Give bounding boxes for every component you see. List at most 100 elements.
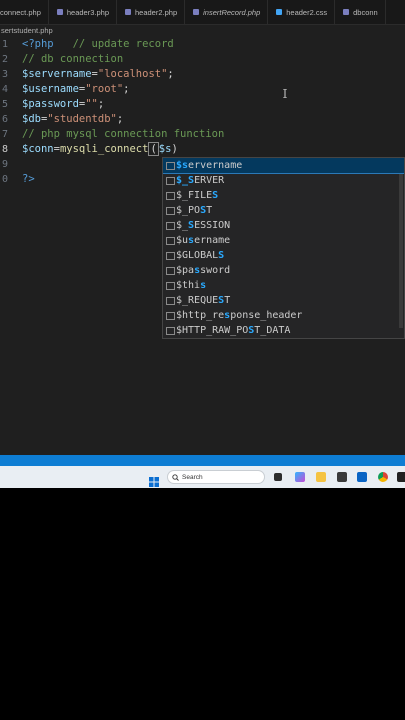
code-token: $servername — [22, 68, 92, 80]
line-text: $servername="localhost"; — [22, 67, 174, 82]
code-token: "studentdb" — [47, 113, 117, 125]
suggestion-pre: $pa — [176, 265, 195, 276]
file-explorer-icon[interactable] — [316, 472, 326, 482]
variable-kind-icon — [166, 192, 175, 200]
tab-header3-php[interactable]: header3.php — [49, 0, 117, 24]
tab-label: header2.php — [135, 7, 178, 17]
line-number: 2 — [1, 54, 8, 65]
suggestion-item[interactable]: $GLOBALS — [163, 248, 404, 263]
suggestion-post: ESSION — [194, 220, 231, 231]
code-token: mysqli_connect — [59, 143, 149, 155]
code-token: // db connection — [22, 53, 124, 65]
tab-label: header3.php — [66, 7, 109, 17]
task-view-icon[interactable] — [274, 473, 282, 481]
suggestion-pre: $_ — [176, 220, 189, 231]
code-token: ?> — [22, 173, 35, 185]
line-number: 7 — [1, 129, 8, 140]
line-text: $username="root"; — [22, 82, 130, 97]
app-icon[interactable] — [397, 472, 405, 482]
line-number: 0 — [1, 174, 8, 185]
code-token: // php mysql connection function — [22, 128, 225, 140]
suggestion-post: T — [224, 295, 231, 306]
line-number: 4 — [1, 84, 8, 95]
mouse-cursor-icon — [283, 89, 287, 98]
outlook-icon[interactable] — [357, 472, 367, 482]
tab-header2-css[interactable]: header2.css — [268, 0, 336, 24]
suggestion-text: $this — [176, 278, 206, 293]
suggestion-hl: S — [218, 250, 225, 261]
code-line[interactable]: 2 // db connection — [0, 52, 405, 67]
suggestion-post: ERVER — [194, 175, 225, 186]
suggestion-text: $username — [176, 233, 230, 248]
tab-label: insertRecord.php — [203, 7, 261, 17]
tab-label: connect.php — [0, 7, 41, 17]
taskbar-search-box[interactable]: Search — [167, 470, 265, 484]
search-icon — [172, 474, 179, 481]
variable-kind-icon — [166, 312, 175, 320]
code-editor: connect.php header3.php header2.php insertR… — [0, 0, 405, 455]
line-text: // db connection — [22, 52, 123, 67]
windows-start-icon[interactable] — [149, 472, 159, 487]
variable-kind-icon — [166, 267, 175, 275]
tab-connect-php[interactable]: connect.php — [0, 0, 49, 24]
suggestion-item[interactable]: $servername — [163, 158, 404, 174]
suggestion-item[interactable]: $HTTP_RAW_POST_DATA — [163, 323, 404, 338]
suggestion-text: $password — [176, 263, 230, 278]
tab-header2-php[interactable]: header2.php — [117, 0, 186, 24]
code-line[interactable]: 7 // php mysql connection function — [0, 127, 405, 142]
suggestion-item[interactable]: $_FILES — [163, 188, 404, 203]
code-line[interactable]: 5 $password=""; — [0, 97, 405, 112]
code-token: ; — [97, 98, 105, 110]
code-token: "localhost" — [97, 68, 168, 80]
autocomplete-suggestions: $servername $_SERVER $_FILES $_POST $_SESSIO… — [162, 157, 405, 339]
code-token: <?php — [22, 38, 54, 50]
line-number: 8 — [1, 144, 8, 155]
php-file-icon — [56, 9, 63, 15]
editor-tab-bar: connect.php header3.php header2.php insertR… — [0, 0, 405, 25]
breadcrumb[interactable]: sertstudent.php — [0, 25, 405, 37]
variable-kind-icon — [166, 252, 175, 260]
suggestion-pre: $GLOBAL — [176, 250, 219, 261]
code-line[interactable]: 3 $servername="localhost"; — [0, 67, 405, 82]
chrome-icon[interactable] — [378, 472, 388, 482]
suggestion-item[interactable]: $_REQUEST — [163, 293, 404, 308]
store-icon[interactable] — [337, 472, 347, 482]
line-number: 9 — [1, 159, 8, 170]
php-file-icon — [125, 9, 131, 15]
suggestion-pre: $thi — [176, 280, 201, 291]
suggestion-item[interactable]: $_POST — [163, 203, 404, 218]
line-text: $conn=mysqli_connect($s) — [22, 142, 178, 157]
suggestion-hl: $_S — [176, 175, 195, 186]
suggestion-text: $_SESSION — [176, 218, 230, 233]
variable-kind-icon — [166, 177, 175, 185]
code-token: "" — [85, 98, 98, 110]
windows-taskbar: Search — [0, 466, 405, 488]
tab-insertrecord-php[interactable]: insertRecord.php — [185, 0, 269, 24]
suggestion-text: $GLOBALS — [176, 248, 224, 263]
suggestion-text: $_REQUEST — [176, 293, 230, 308]
variable-kind-icon — [166, 222, 175, 230]
tab-dbconn[interactable]: dbconn — [335, 0, 386, 24]
suggestion-text: $http_response_header — [176, 308, 302, 323]
code-token: ( — [148, 142, 159, 156]
code-line[interactable]: 4 $username="root"; — [0, 82, 405, 97]
variable-kind-icon — [166, 297, 175, 305]
variable-kind-icon — [166, 162, 175, 170]
suggestion-item[interactable]: $password — [163, 263, 404, 278]
suggestion-item[interactable]: $http_response_header — [163, 308, 404, 323]
suggestion-item[interactable]: $this — [163, 278, 404, 293]
php-file-icon — [193, 9, 200, 15]
code-token: $db — [22, 113, 41, 125]
suggestion-item[interactable]: $username — [163, 233, 404, 248]
line-number: 1 — [1, 39, 8, 50]
suggestion-item[interactable]: $_SERVER — [163, 173, 404, 188]
code-line[interactable]: 1 <?php // update record — [0, 37, 405, 52]
variable-kind-icon — [166, 282, 175, 290]
suggestion-item[interactable]: $_SESSION — [163, 218, 404, 233]
code-line[interactable]: 8 $conn=mysqli_connect($s) — [0, 142, 405, 157]
suggestion-pre: $_REQUE — [176, 295, 219, 306]
line-text: <?php // update record — [22, 37, 174, 52]
code-line[interactable]: 6 $db="studentdb"; — [0, 112, 405, 127]
code-token: // update record — [53, 38, 174, 50]
copilot-icon[interactable] — [295, 472, 305, 482]
